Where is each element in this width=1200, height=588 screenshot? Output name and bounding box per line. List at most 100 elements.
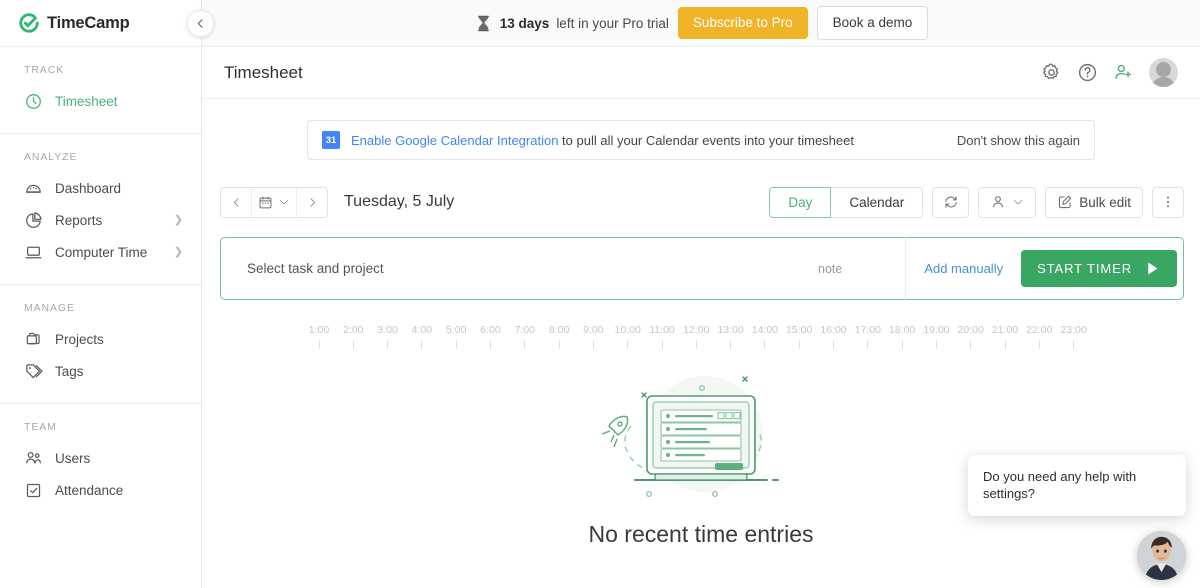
- tag-icon: [26, 363, 43, 378]
- enable-gcal-link[interactable]: Enable Google Calendar Integration: [351, 133, 558, 148]
- timeline-tick: 10:00: [611, 324, 645, 349]
- sidebar-item-reports[interactable]: Reports ❯: [0, 204, 201, 236]
- note-input[interactable]: note: [818, 262, 842, 276]
- sidebar-item-label: Reports: [55, 212, 103, 228]
- chat-widget-avatar[interactable]: [1137, 531, 1186, 580]
- timeline-tick-label: 5:00: [445, 324, 467, 336]
- timeline-tick: 11:00: [645, 324, 679, 349]
- timeline-tick-label: 1:00: [308, 324, 330, 336]
- timeline-ruler: 1:00 2:00 3:00 4:00 5:00 6:00 7:00 8:00 9:00 10:0…: [220, 324, 1182, 354]
- timeline-tick-mark: [592, 340, 594, 349]
- sidebar-section-analyze: ANALYZE Dashboard Reports ❯ Computer Time ❯: [0, 134, 201, 268]
- sidebar-item-users[interactable]: Users: [0, 442, 201, 474]
- timeline-tick: 1:00: [302, 324, 336, 349]
- timer-bar: Select task and project note Add manuall…: [220, 237, 1184, 300]
- timeline-tick: 14:00: [748, 324, 782, 349]
- timeline-tick-label: 16:00: [820, 324, 847, 336]
- subscribe-to-pro-button[interactable]: Subscribe to Pro: [677, 7, 808, 39]
- play-icon: [1148, 262, 1158, 275]
- checkbox-icon-wrap: [24, 481, 43, 500]
- timeline-tick-label: 14:00: [751, 324, 779, 336]
- date-toolbar: Tuesday, 5 July Day Calendar Bulk edit: [220, 186, 1184, 218]
- timeline-tick: 17:00: [851, 324, 885, 349]
- tag-icon-wrap: [24, 362, 43, 381]
- task-project-input[interactable]: Select task and project: [221, 261, 384, 276]
- timeline-tick-mark: [730, 340, 732, 349]
- sidebar-item-label: Tags: [55, 363, 84, 379]
- tab-day[interactable]: Day: [769, 186, 832, 218]
- chevron-left-icon: [233, 197, 239, 207]
- clock-icon-wrap: [24, 92, 43, 111]
- user-filter-dropdown[interactable]: [978, 186, 1037, 218]
- timeline-tick-label: 8:00: [548, 324, 570, 336]
- timeline-tick-mark: [524, 340, 526, 349]
- add-manually-link[interactable]: Add manually: [906, 261, 1021, 276]
- current-date-label: Tuesday, 5 July: [344, 193, 455, 210]
- timeline-tick-label: 10:00: [614, 324, 641, 336]
- main-area: 13 days left in your Pro trial Subscribe…: [202, 0, 1200, 588]
- refresh-button[interactable]: [932, 186, 970, 218]
- timeline-tick-label: 3:00: [377, 324, 398, 336]
- timesheet-content: 31 Enable Google Calendar Integration to…: [202, 99, 1200, 588]
- timeline-tick: 18:00: [885, 324, 919, 349]
- tab-calendar[interactable]: Calendar: [831, 186, 924, 218]
- chevron-right-icon: [309, 197, 315, 207]
- gcal-banner-text: Enable Google Calendar Integration to pu…: [351, 133, 854, 148]
- sidebar-item-attendance[interactable]: Attendance: [0, 474, 201, 506]
- timeline-tick-label: 9:00: [583, 324, 604, 336]
- add-user-icon[interactable]: [1113, 62, 1134, 83]
- gauge-icon-wrap: [24, 179, 43, 198]
- timeline-tick-mark: [421, 340, 423, 349]
- toolbar-right-actions: Day Calendar Bulk edit: [769, 186, 1184, 218]
- users-icon-wrap: [24, 449, 43, 468]
- timeline-tick: 7:00: [508, 324, 542, 349]
- gear-icon[interactable]: [1041, 62, 1062, 83]
- sidebar-item-timesheet[interactable]: Timesheet: [0, 85, 201, 117]
- sidebar-section-label: MANAGE: [24, 302, 75, 314]
- timeline-tick-mark: [833, 340, 834, 349]
- laptop-icon-wrap: [24, 243, 43, 262]
- chat-widget-message[interactable]: Do you need any help with settings?: [968, 454, 1186, 516]
- sidebar-item-label: Users: [55, 450, 91, 466]
- prev-day-button[interactable]: [221, 188, 251, 217]
- sidebar-section-manage: MANAGE Projects Tags: [0, 285, 201, 387]
- timeline-tick-label: 17:00: [854, 324, 881, 336]
- calendar-icon: [259, 196, 272, 208]
- sidebar-item-dashboard[interactable]: Dashboard: [0, 172, 201, 204]
- pencil-square-icon: [1059, 195, 1072, 209]
- sidebar-section-label: ANALYZE: [24, 151, 78, 163]
- bulk-edit-button[interactable]: Bulk edit: [1045, 186, 1143, 218]
- timeline-tick-label: 19:00: [923, 324, 950, 336]
- sidebar-item-computer-time[interactable]: Computer Time ❯: [0, 236, 201, 268]
- timeline-tick: 16:00: [817, 324, 851, 349]
- gauge-icon: [26, 184, 41, 193]
- sidebar-item-label: Timesheet: [55, 93, 118, 109]
- avatar[interactable]: [1149, 58, 1178, 87]
- sidebar-item-label: Projects: [55, 331, 104, 347]
- hourglass-icon: [474, 14, 493, 33]
- view-switcher: Day Calendar: [769, 186, 924, 218]
- sidebar-item-projects[interactable]: Projects: [0, 323, 201, 355]
- help-circle-icon[interactable]: [1077, 62, 1098, 83]
- support-agent-avatar: [1137, 531, 1186, 580]
- timeline-tick: 21:00: [988, 324, 1022, 349]
- book-a-demo-button[interactable]: Book a demo: [816, 6, 929, 40]
- more-options-button[interactable]: [1152, 186, 1184, 218]
- next-day-button[interactable]: [297, 188, 327, 217]
- timeline-tick-mark: [1004, 340, 1006, 349]
- timeline-tick: 19:00: [919, 324, 953, 349]
- gcal-banner-rest: to pull all your Calendar events into yo…: [558, 132, 854, 148]
- sidebar-item-tags[interactable]: Tags: [0, 355, 201, 387]
- timeline-tick-mark: [490, 340, 491, 349]
- dont-show-again-button[interactable]: Don't show this again: [957, 133, 1080, 148]
- start-timer-button[interactable]: START TIMER: [1021, 250, 1177, 287]
- timeline-tick-mark: [1073, 340, 1075, 349]
- folder-icon-wrap: [24, 330, 43, 349]
- timeline-tick: 5:00: [439, 324, 473, 349]
- sidebar-collapse-button[interactable]: [187, 10, 214, 37]
- date-picker-button[interactable]: [251, 187, 297, 217]
- bulk-edit-label: Bulk edit: [1079, 194, 1131, 210]
- checkbox-icon: [26, 483, 41, 497]
- timeline-tick-label: 15:00: [786, 324, 813, 336]
- brand-logo[interactable]: TimeCamp: [0, 0, 201, 47]
